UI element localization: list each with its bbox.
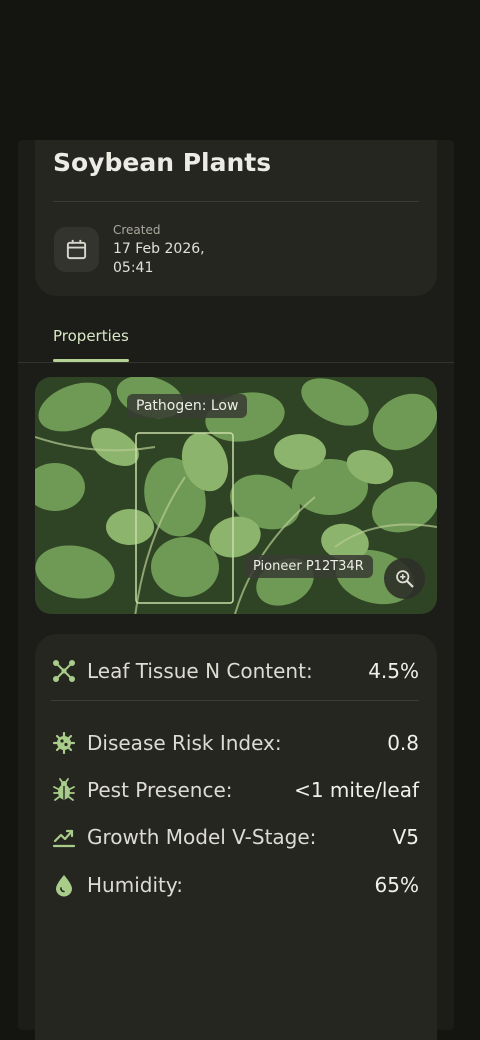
property-value: <1 mite/leaf <box>294 778 419 802</box>
property-label: Humidity: <box>87 873 183 897</box>
zoom-button[interactable] <box>384 558 425 599</box>
property-row-humidity: Humidity: 65% <box>51 870 419 900</box>
property-row-growth-stage: Growth Model V-Stage: V5 <box>51 822 419 852</box>
property-value: 4.5% <box>368 659 419 683</box>
pathogen-detection-label: Pathogen: Low <box>127 394 248 418</box>
tab-divider <box>18 362 454 363</box>
header-divider <box>53 201 419 202</box>
calendar-icon-container <box>54 227 99 272</box>
variety-label: Pioneer P12T34R <box>244 555 373 578</box>
property-divider <box>51 700 419 701</box>
virus-icon <box>51 730 77 756</box>
water-drop-icon <box>51 872 77 898</box>
property-row-leaf-n: Leaf Tissue N Content: 4.5% <box>51 656 419 686</box>
property-label: Growth Model V-Stage: <box>87 825 317 849</box>
page-title: Soybean Plants <box>53 148 272 177</box>
property-label: Pest Presence: <box>87 778 233 802</box>
property-label: Disease Risk Index: <box>87 731 282 755</box>
property-row-disease-risk: Disease Risk Index: 0.8 <box>51 728 419 758</box>
property-value: V5 <box>392 825 419 849</box>
trend-up-icon <box>51 824 77 850</box>
property-value: 65% <box>374 873 419 897</box>
created-value: 17 Feb 2026, 05:41 <box>113 241 205 276</box>
created-label: Created <box>113 223 161 237</box>
nodes-icon <box>51 658 77 684</box>
calendar-icon <box>66 239 87 260</box>
bug-icon <box>51 777 77 803</box>
property-label: Leaf Tissue N Content: <box>87 659 313 683</box>
tab-properties[interactable]: Properties <box>53 327 129 345</box>
property-row-pest: Pest Presence: <1 mite/leaf <box>51 775 419 805</box>
property-value: 0.8 <box>387 731 419 755</box>
zoom-in-icon <box>396 570 414 588</box>
